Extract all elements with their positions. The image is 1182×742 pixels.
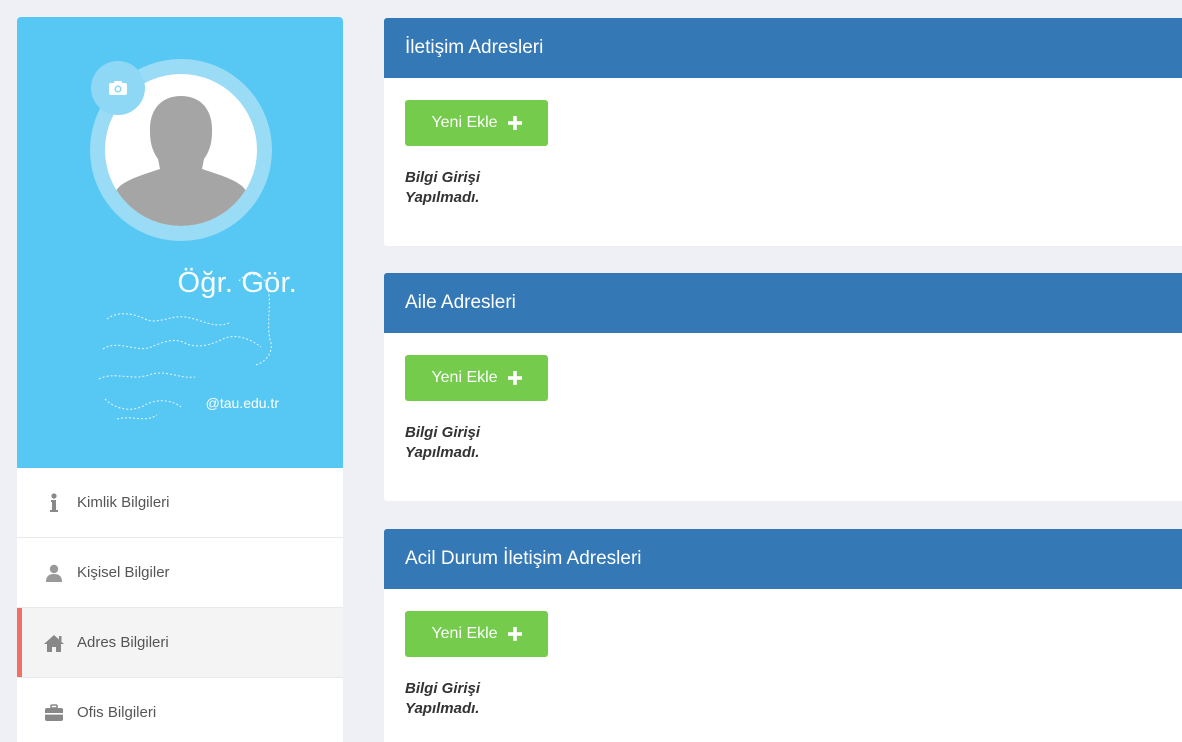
add-new-label: Yeni Ekle: [431, 369, 498, 386]
plus-icon: [507, 627, 522, 641]
add-new-label: Yeni Ekle: [431, 114, 498, 131]
home-icon: [43, 632, 65, 654]
profile-sidebar: Öğr. Gör. @tau.edu.tr Kimlik Bilgileri K…: [17, 17, 343, 742]
plus-icon: [507, 116, 522, 130]
change-photo-button[interactable]: [91, 61, 145, 115]
panel-title: Acil Durum İletişim Adresleri: [384, 529, 1182, 589]
sidebar-item-kisisel-bilgiler[interactable]: Kişisel Bilgiler: [17, 538, 343, 608]
sidebar-item-adres-bilgileri[interactable]: Adres Bilgileri: [17, 608, 343, 678]
panel-title: Aile Adresleri: [384, 273, 1182, 333]
panel-title: İletişim Adresleri: [384, 18, 1182, 78]
plus-icon: [507, 371, 522, 385]
add-new-button[interactable]: Yeni Ekle: [405, 355, 548, 401]
sidebar-item-label: Adres Bilgileri: [77, 634, 169, 651]
sidebar-item-label: Kişisel Bilgiler: [77, 564, 170, 581]
add-new-button[interactable]: Yeni Ekle: [405, 611, 548, 657]
sidebar-item-label: Kimlik Bilgileri: [77, 494, 170, 511]
empty-state-text: Bilgi Girişi Yapılmadı.: [405, 424, 481, 461]
add-new-label: Yeni Ekle: [431, 625, 498, 642]
panel-iletisim-adresleri: İletişim Adresleri Yeni Ekle Bilgi Giriş…: [384, 18, 1182, 246]
camera-icon: [109, 81, 127, 95]
profile-card: Öğr. Gör. @tau.edu.tr: [17, 17, 343, 468]
sidebar-item-kimlik-bilgileri[interactable]: Kimlik Bilgileri: [17, 468, 343, 538]
sidebar-menu: Kimlik Bilgileri Kişisel Bilgiler Adres …: [17, 468, 343, 742]
sidebar-item-ofis-bilgileri[interactable]: Ofis Bilgileri: [17, 678, 343, 742]
info-icon: [43, 492, 65, 514]
empty-state-text: Bilgi Girişi Yapılmadı.: [405, 680, 481, 717]
profile-email: @tau.edu.tr: [205, 395, 279, 411]
add-new-button[interactable]: Yeni Ekle: [405, 100, 548, 146]
sidebar-item-label: Ofis Bilgileri: [77, 704, 157, 721]
panel-aile-adresleri: Aile Adresleri Yeni Ekle Bilgi Girişi Ya…: [384, 273, 1182, 501]
user-icon: [43, 562, 65, 584]
panel-acil-durum-iletisim-adresleri: Acil Durum İletişim Adresleri Yeni Ekle …: [384, 529, 1182, 742]
empty-state-text: Bilgi Girişi Yapılmadı.: [405, 169, 481, 206]
briefcase-icon: [43, 702, 65, 724]
